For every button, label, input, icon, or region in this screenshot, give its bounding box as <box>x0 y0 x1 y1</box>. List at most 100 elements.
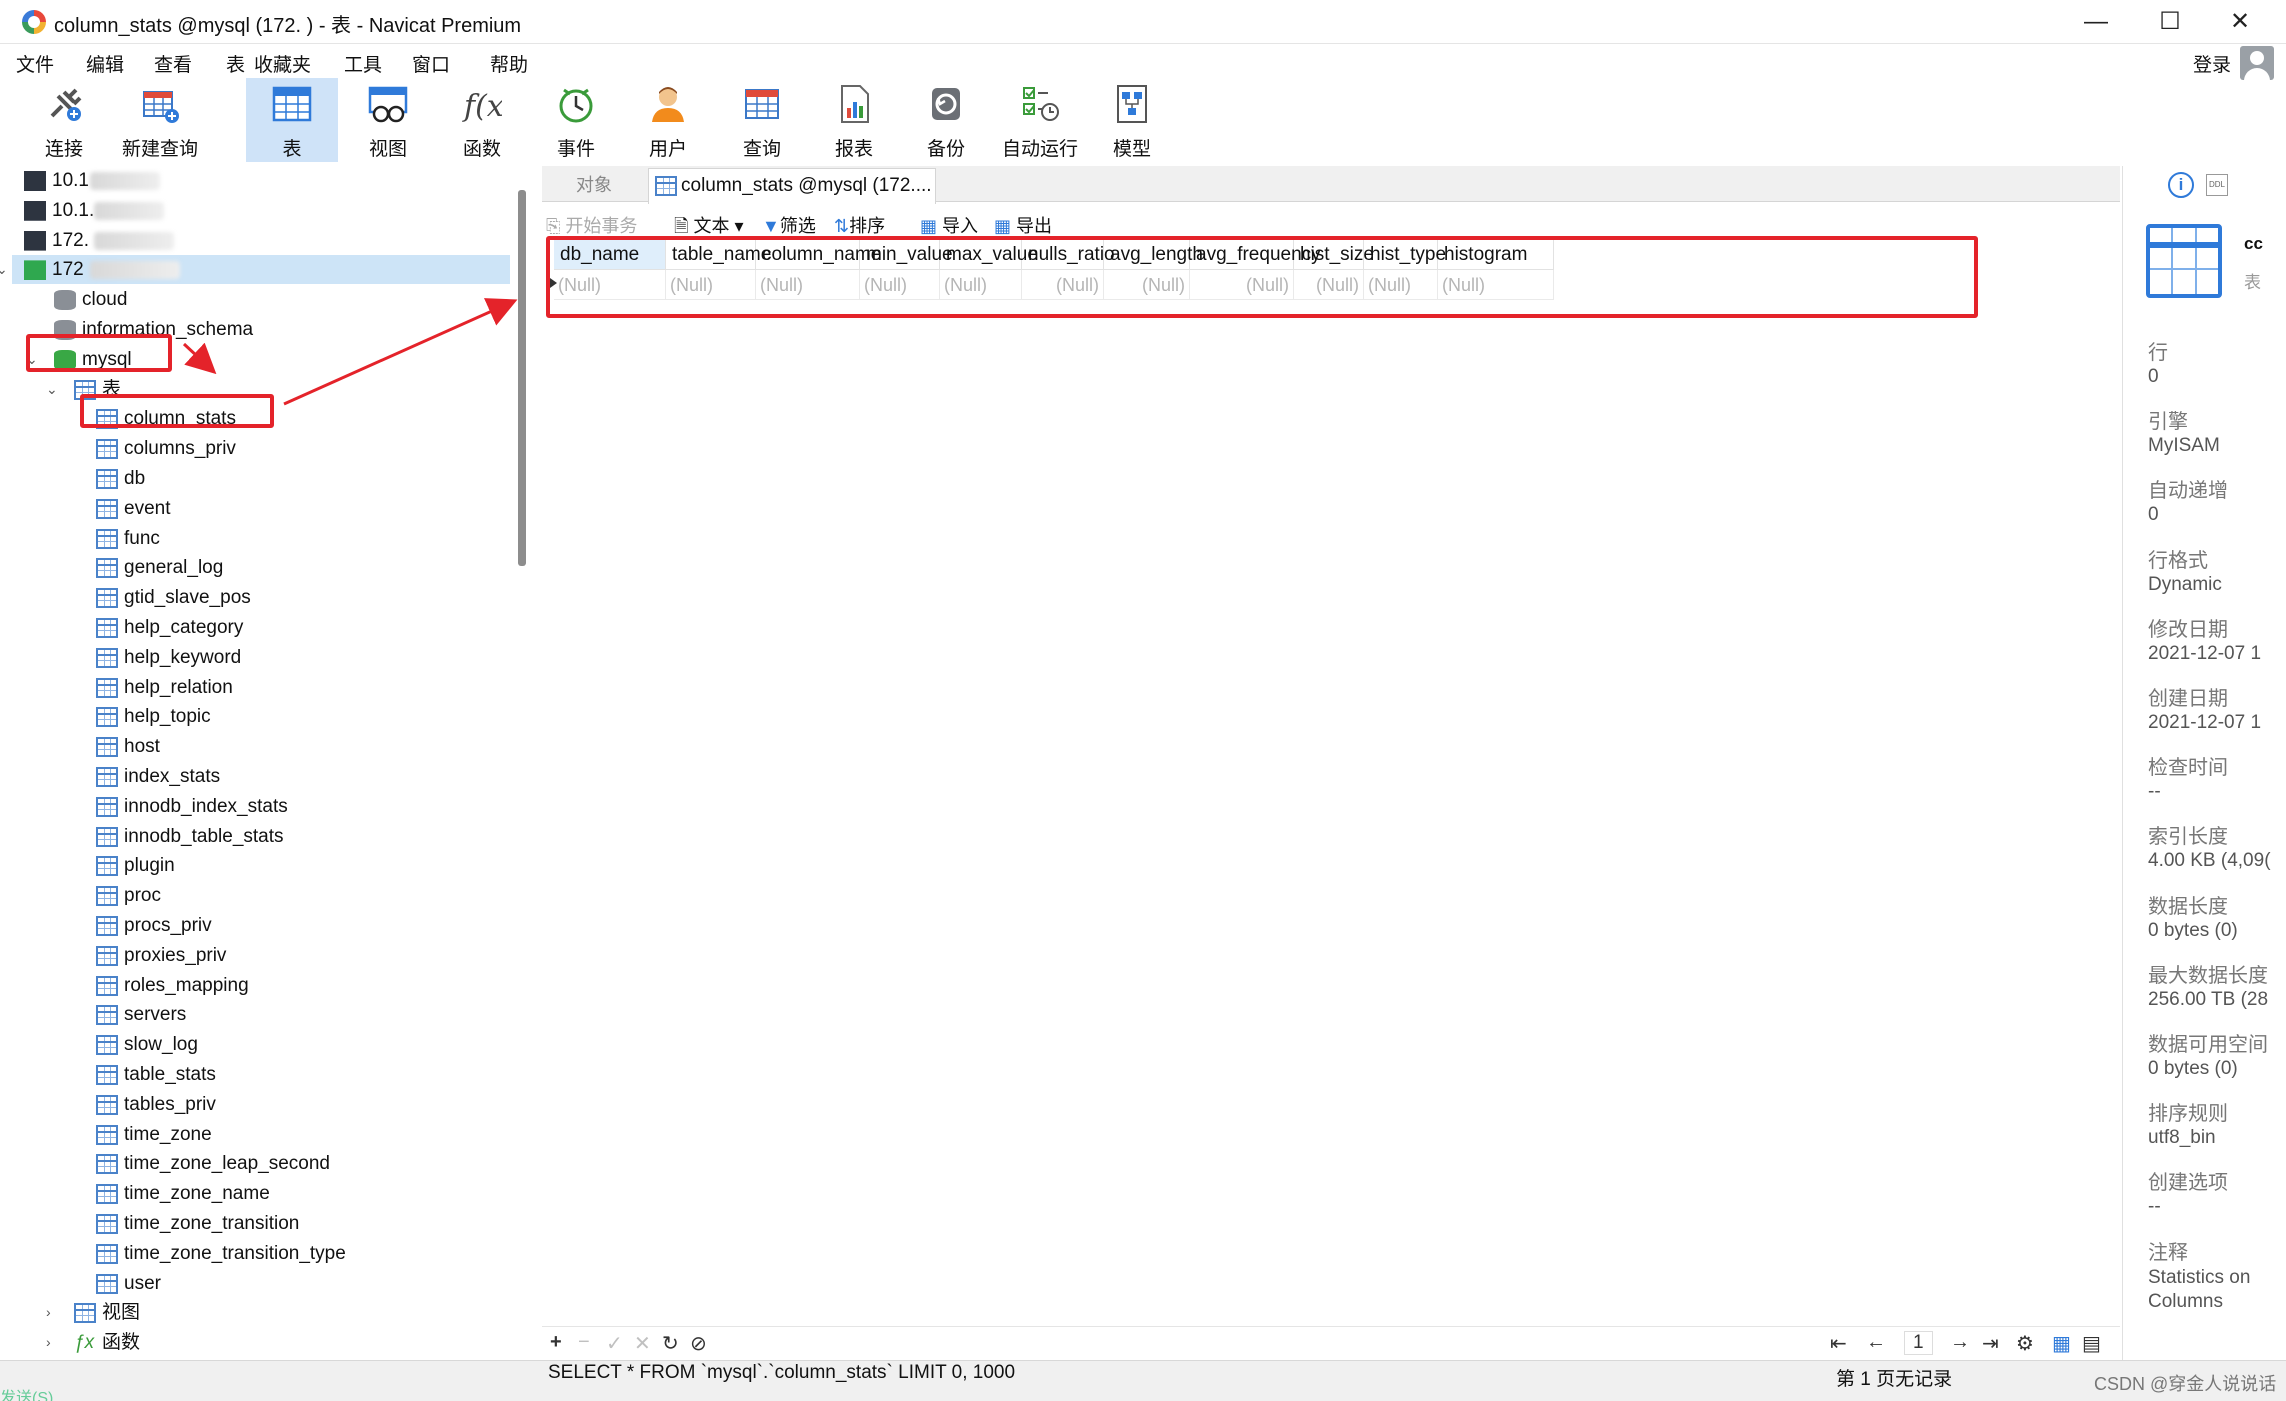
tree-table-item[interactable]: table_stats <box>12 1060 492 1089</box>
tree-database[interactable]: cloud <box>12 285 492 314</box>
toolbar-view-button[interactable]: 视图 <box>342 78 434 162</box>
delete-record-icon[interactable]: − <box>578 1331 590 1354</box>
ddl-icon[interactable]: DDL <box>2206 174 2228 196</box>
tree-table-item[interactable]: event <box>12 494 492 523</box>
refresh-icon[interactable]: ↻ <box>662 1331 679 1356</box>
settings-gear-icon[interactable]: ⚙ <box>2016 1331 2034 1356</box>
tree-table-item[interactable]: proc <box>12 881 492 910</box>
info-label: 数据长度 <box>2148 895 2228 918</box>
tree-table-item[interactable]: servers <box>12 1000 492 1029</box>
tree-table-item[interactable]: general_log <box>12 553 492 582</box>
tree-functions-group[interactable]: › ƒx 函数 <box>12 1328 492 1357</box>
tree-connection-active[interactable]: ⌄ 172 <box>0 255 510 285</box>
tree-item-label: time_zone_name <box>124 1183 270 1205</box>
tree-table-item[interactable]: help_category <box>12 613 492 642</box>
tree-table-item[interactable]: slow_log <box>12 1030 492 1059</box>
first-page-icon[interactable]: ⇤ <box>1830 1331 1847 1356</box>
next-page-icon[interactable]: → <box>1950 1331 1970 1354</box>
form-view-icon[interactable]: ▤ <box>2082 1331 2101 1356</box>
menu-favorites[interactable]: 收藏夹 <box>254 50 311 77</box>
menu-file[interactable]: 文件 <box>16 50 54 77</box>
toolbar-connect-button[interactable]: 连接 <box>18 78 110 162</box>
toolbar-event-button[interactable]: 事件 <box>530 78 622 162</box>
toolbar-report-button[interactable]: 报表 <box>808 78 900 162</box>
info-label: 修改日期 <box>2148 618 2228 641</box>
tree-views-group[interactable]: › 视图 <box>12 1298 492 1327</box>
toolbar-new-query-button[interactable]: 新建查询 <box>114 78 206 162</box>
tree-scrollbar[interactable] <box>518 190 526 566</box>
stop-icon[interactable]: ⊘ <box>690 1331 707 1356</box>
tree-table-item[interactable]: time_zone <box>12 1120 492 1149</box>
tree-table-item[interactable]: user <box>12 1269 492 1298</box>
toolbar-query-button[interactable]: 查询 <box>716 78 808 162</box>
tree-table-item[interactable]: time_zone_transition_type <box>12 1239 492 1268</box>
tree-table-item[interactable]: time_zone_leap_second <box>12 1149 492 1178</box>
tree-table-item[interactable]: host <box>12 732 492 761</box>
add-record-icon[interactable]: + <box>550 1331 562 1354</box>
apply-icon[interactable]: ✓ <box>606 1331 623 1356</box>
tree-item-label: innodb_table_stats <box>124 825 284 847</box>
tree-table-item[interactable]: procs_priv <box>12 911 492 940</box>
avatar[interactable] <box>2240 46 2274 80</box>
tree-item-label: slow_log <box>124 1034 198 1056</box>
toolbar-user-button[interactable]: 用户 <box>622 78 714 162</box>
filter-button[interactable]: ▼筛选 <box>762 212 816 238</box>
tree-connection[interactable]: 172. <box>12 226 492 255</box>
tree-table-item[interactable]: plugin <box>12 851 492 880</box>
previous-page-icon[interactable]: ← <box>1866 1331 1886 1354</box>
import-button[interactable]: ▦ 导入 <box>920 212 978 238</box>
tree-table-item[interactable]: proxies_priv <box>12 941 492 970</box>
tree-table-item[interactable]: tables_priv <box>12 1090 492 1119</box>
tree-table-item[interactable]: db <box>12 464 492 493</box>
menu-tools[interactable]: 工具 <box>344 50 382 77</box>
tree-table-item[interactable]: gtid_slave_pos <box>12 583 492 612</box>
page-number-input[interactable]: 1 <box>1904 1331 1933 1355</box>
tree-item-label: func <box>124 527 160 549</box>
chevron-down-icon[interactable]: ⌄ <box>46 375 60 404</box>
menu-view[interactable]: 查看 <box>154 50 192 77</box>
minimize-button[interactable]: — <box>2066 4 2126 40</box>
table-icon <box>96 1065 118 1085</box>
chevron-right-icon[interactable]: › <box>46 1328 60 1357</box>
toolbar-table-button[interactable]: 表 <box>246 78 338 162</box>
chevron-right-icon[interactable]: › <box>46 1298 60 1327</box>
tree-table-item[interactable]: time_zone_name <box>12 1179 492 1208</box>
tree-table-item[interactable]: innodb_index_stats <box>12 792 492 821</box>
tree-table-item[interactable]: roles_mapping <box>12 971 492 1000</box>
grid-view-icon[interactable]: ▦ <box>2052 1331 2071 1356</box>
chevron-down-icon[interactable]: ⌄ <box>0 255 10 284</box>
tree-table-item[interactable]: innodb_table_stats <box>12 822 492 851</box>
tree-table-item[interactable]: help_keyword <box>12 643 492 672</box>
last-page-icon[interactable]: ⇥ <box>1982 1331 1999 1356</box>
tree-table-item[interactable]: help_relation <box>12 673 492 702</box>
menu-window[interactable]: 窗口 <box>412 50 450 77</box>
toolbar-function-button[interactable]: f(x) 函数 <box>436 78 528 162</box>
tree-table-item[interactable]: func <box>12 524 492 553</box>
menu-help[interactable]: 帮助 <box>490 50 528 77</box>
login-link[interactable]: 登录 <box>2193 50 2231 77</box>
tree-connection[interactable]: 10.1 <box>12 166 492 195</box>
tree-table-item[interactable]: help_topic <box>12 702 492 731</box>
toolbar-backup-button[interactable]: 备份 <box>900 78 992 162</box>
annotation-box-column-stats <box>80 394 274 428</box>
tab-objects[interactable]: 对象 <box>542 168 646 202</box>
tab-column-stats[interactable]: column_stats @mysql (172.... <box>648 168 936 204</box>
discard-icon[interactable]: ✕ <box>634 1331 651 1356</box>
toolbar-autorun-button[interactable]: 自动运行 <box>994 78 1086 162</box>
tree-table-item[interactable]: index_stats <box>12 762 492 791</box>
maximize-button[interactable]: ☐ <box>2140 4 2200 40</box>
transaction-icon: ⎘ <box>546 216 566 236</box>
info-icon[interactable]: i <box>2168 172 2194 198</box>
tree-connection[interactable]: 10.1. <box>12 196 492 225</box>
tree-table-item[interactable]: time_zone_transition <box>12 1209 492 1238</box>
server-connection-icon <box>24 171 46 191</box>
tree-table-item[interactable]: columns_priv <box>12 434 492 463</box>
menu-edit[interactable]: 编辑 <box>86 50 124 77</box>
table-icon <box>96 707 118 728</box>
close-button[interactable]: ✕ <box>2210 4 2270 40</box>
begin-transaction-button[interactable]: ⎘ 开始事务 <box>546 212 637 238</box>
sort-button[interactable]: ⇅排序 <box>834 212 885 238</box>
toolbar-model-button[interactable]: 模型 <box>1086 78 1178 162</box>
export-button[interactable]: ▦ 导出 <box>994 212 1052 238</box>
menu-table[interactable]: 表 <box>226 50 245 77</box>
